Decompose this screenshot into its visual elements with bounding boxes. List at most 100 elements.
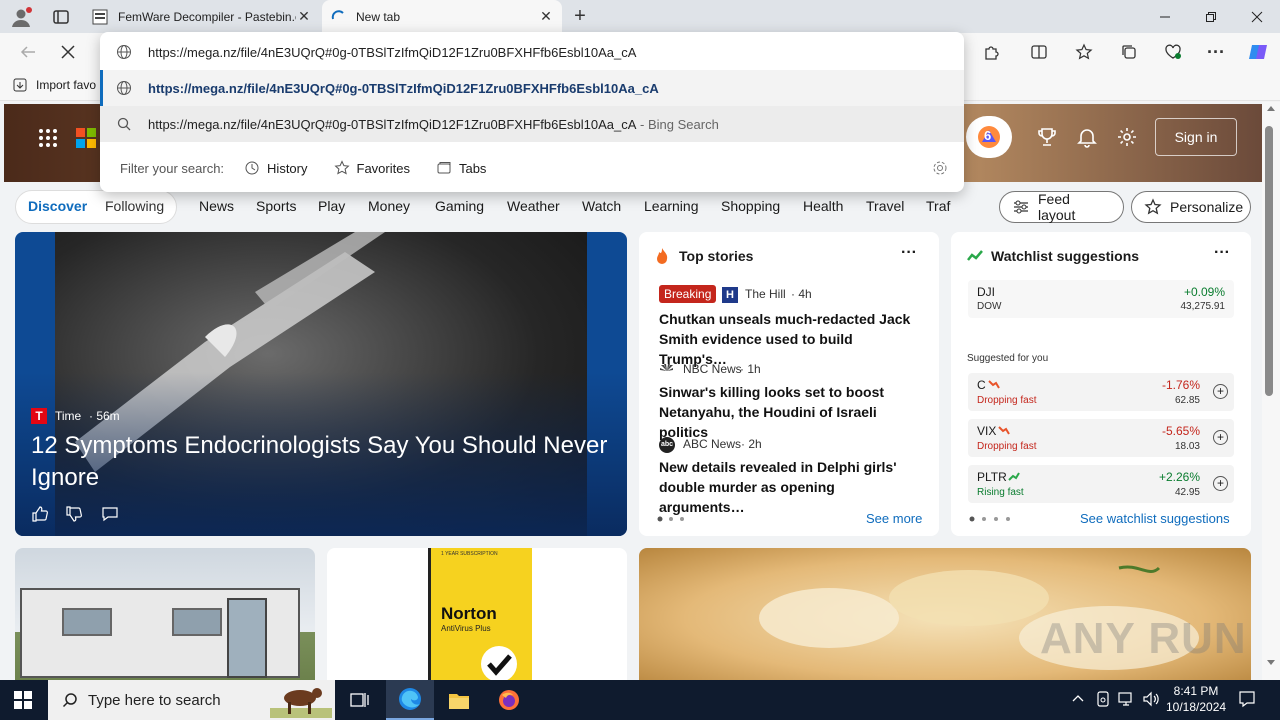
story-headline[interactable]: New details revealed in Delphi girls' do…: [659, 457, 921, 517]
ad-card-container-home[interactable]: [15, 548, 315, 680]
scroll-down-icon[interactable]: [1267, 660, 1275, 665]
stock-row-pltr[interactable]: PLTR Rising fast +2.26% 42.95 +: [968, 465, 1234, 503]
nav-health[interactable]: Health: [803, 198, 843, 214]
tab-title: New tab: [356, 9, 401, 24]
profile-icon[interactable]: [10, 6, 32, 28]
filter-favorites-label: Favorites: [356, 160, 410, 176]
more-menu-icon[interactable]: ···: [1202, 40, 1230, 64]
notifications-icon[interactable]: [1238, 690, 1256, 708]
more-options-icon[interactable]: ···: [1214, 244, 1230, 262]
page-scrollbar[interactable]: [1262, 102, 1280, 680]
nav-traffic[interactable]: Traf: [926, 198, 950, 214]
scroll-up-icon[interactable]: [1267, 106, 1275, 111]
firefox-icon[interactable]: [498, 689, 520, 711]
favorites-icon[interactable]: [1070, 40, 1098, 64]
new-tab-icon[interactable]: +: [570, 6, 590, 27]
watchlist-title: Watchlist suggestions: [991, 248, 1140, 264]
story-headline[interactable]: Sinwar's killing looks set to boost Neta…: [659, 382, 927, 442]
windows-start-icon[interactable]: [14, 691, 32, 709]
stock-row-vix[interactable]: VIX Dropping fast -5.65% 18.03 +: [968, 419, 1234, 457]
carousel-dots[interactable]: [657, 516, 691, 522]
nav-learning[interactable]: Learning: [644, 198, 699, 214]
comment-icon[interactable]: [101, 505, 119, 523]
close-window-icon[interactable]: [1234, 0, 1280, 33]
like-icon[interactable]: [31, 505, 49, 523]
tab-title: FemWare Decompiler - Pastebin.com: [118, 9, 296, 24]
task-view-icon[interactable]: [350, 691, 370, 709]
scroll-thumb[interactable]: [1265, 126, 1273, 396]
filter-history[interactable]: History: [244, 160, 308, 176]
nav-shopping[interactable]: Shopping: [721, 198, 780, 214]
stock-name: Dropping fast: [977, 395, 1037, 406]
add-to-watchlist-icon[interactable]: +: [1213, 476, 1228, 491]
close-tab-icon[interactable]: ✕: [538, 8, 554, 25]
more-options-icon[interactable]: ···: [901, 244, 917, 262]
nav-watch[interactable]: Watch: [582, 198, 621, 214]
extensions-icon[interactable]: [977, 40, 1005, 64]
show-hidden-icons[interactable]: [1072, 693, 1084, 705]
sign-in-button[interactable]: Sign in: [1155, 118, 1237, 156]
suggestion-url[interactable]: https://mega.nz/file/4nE3UQrQ#0g-0TBSlTz…: [100, 70, 964, 106]
taskbar-search[interactable]: Type here to search: [48, 680, 335, 720]
tab-new-tab[interactable]: New tab ✕: [322, 0, 562, 33]
network-icon[interactable]: [1118, 691, 1136, 707]
edge-taskbar-icon[interactable]: [386, 680, 434, 720]
hero-title[interactable]: 12 Symptoms Endocrinologists Say You Sho…: [31, 430, 621, 494]
apps-launcher-icon[interactable]: [38, 128, 58, 148]
import-favorites[interactable]: Import favo: [12, 77, 96, 93]
feed-layout-button[interactable]: Feed layout: [999, 191, 1124, 223]
norton-subtitle: AntiVirus Plus: [441, 624, 491, 633]
see-more-link[interactable]: See more: [866, 511, 922, 526]
volume-icon[interactable]: [1142, 691, 1160, 707]
restore-icon[interactable]: [1188, 0, 1234, 33]
device-icon[interactable]: [1096, 691, 1110, 707]
tab-actions-icon[interactable]: [52, 8, 70, 26]
nav-money[interactable]: Money: [368, 198, 410, 214]
split-screen-icon[interactable]: [1025, 40, 1053, 64]
add-to-watchlist-icon[interactable]: +: [1213, 430, 1228, 445]
dislike-icon[interactable]: [65, 505, 83, 523]
copilot-icon[interactable]: [1244, 40, 1272, 64]
nav-play[interactable]: Play: [318, 198, 345, 214]
ad-card-norton[interactable]: 1 YEAR SUBSCRIPTION Norton AntiVirus Plu…: [327, 548, 627, 680]
copilot-rewards-icon[interactable]: 6: [966, 116, 1012, 158]
stock-row-dji[interactable]: DJI DOW +0.09% 43,275.91: [968, 280, 1234, 318]
stock-symbol: C: [977, 378, 986, 392]
tab-pastebin[interactable]: FemWare Decompiler - Pastebin.com ✕: [84, 0, 320, 33]
filter-favorites[interactable]: Favorites: [333, 160, 410, 176]
clock[interactable]: 8:41 PM 10/18/2024: [1166, 683, 1226, 715]
tab-following[interactable]: Following: [105, 198, 164, 214]
nav-travel[interactable]: Travel: [866, 198, 904, 214]
carousel-dots[interactable]: [969, 516, 1015, 522]
rewards-trophy-icon[interactable]: [1036, 126, 1058, 148]
hero-card[interactable]: T Time · 56m 12 Symptoms Endocrinologist…: [15, 232, 627, 536]
search-settings-icon[interactable]: [932, 160, 948, 176]
minimize-icon[interactable]: [1142, 0, 1188, 33]
story-source: The Hill: [745, 287, 786, 301]
filter-tabs[interactable]: Tabs: [436, 160, 486, 176]
back-icon[interactable]: [14, 40, 42, 64]
stop-icon[interactable]: [54, 40, 82, 64]
nav-news[interactable]: News: [199, 198, 234, 214]
stock-price: 42.95: [1174, 487, 1200, 498]
stock-symbol: DJI: [977, 285, 995, 299]
story-headline[interactable]: Chutkan unseals much-redacted Jack Smith…: [659, 309, 921, 369]
settings-gear-icon[interactable]: [1116, 126, 1138, 148]
address-input[interactable]: [148, 44, 928, 60]
stock-row-c[interactable]: C Dropping fast -1.76% 62.85 +: [968, 373, 1234, 411]
nbc-news-icon: [659, 362, 675, 378]
suggestion-search[interactable]: https://mega.nz/file/4nE3UQrQ#0g-0TBSlTz…: [100, 106, 964, 142]
tab-discover[interactable]: Discover: [28, 198, 87, 214]
address-bar[interactable]: [100, 34, 964, 70]
personalize-button[interactable]: Personalize: [1131, 191, 1251, 223]
add-to-watchlist-icon[interactable]: +: [1213, 384, 1228, 399]
see-watchlist-link[interactable]: See watchlist suggestions: [1080, 511, 1230, 526]
nav-weather[interactable]: Weather: [507, 198, 560, 214]
nav-gaming[interactable]: Gaming: [435, 198, 484, 214]
close-tab-icon[interactable]: ✕: [296, 8, 312, 25]
file-explorer-icon[interactable]: [448, 690, 470, 710]
collections-icon[interactable]: [1115, 40, 1143, 64]
browser-essentials-icon[interactable]: [1159, 40, 1187, 64]
notifications-bell-icon[interactable]: [1076, 126, 1098, 148]
nav-sports[interactable]: Sports: [256, 198, 296, 214]
